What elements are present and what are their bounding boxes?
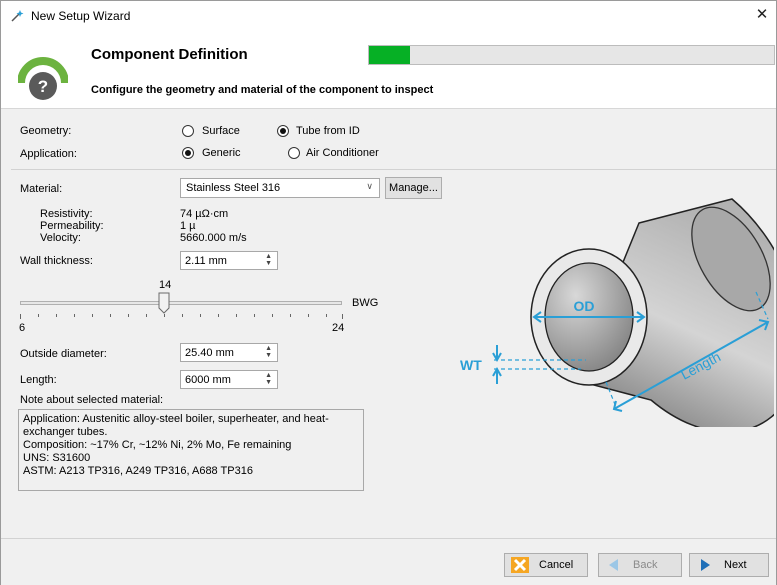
page-title: Component Definition	[91, 46, 248, 63]
application-label: Application:	[20, 148, 77, 160]
note-line: ASTM: A213 TP316, A249 TP316, A688 TP316	[23, 465, 253, 477]
tube-body	[530, 198, 774, 427]
velocity-value: 5660.000 m/s	[180, 232, 247, 244]
slider-max-label: 24	[332, 322, 345, 334]
velocity-label: Velocity:	[40, 232, 81, 244]
material-note-box: Application: Austenitic alloy-steel boil…	[18, 409, 364, 491]
geometry-tube-label[interactable]: Tube from ID	[296, 125, 360, 137]
length-input[interactable]: 6000 mm ▲ ▼	[180, 370, 278, 389]
geometry-label: Geometry:	[20, 125, 72, 137]
geometry-tube-radio[interactable]	[277, 125, 289, 137]
note-line: UNS: S31600	[23, 452, 91, 464]
outside-diameter-input[interactable]: 25.40 mm ▲ ▼	[180, 343, 278, 362]
od-label: OD	[574, 298, 595, 314]
slider-ticks	[20, 314, 343, 319]
length-value: 6000 mm	[185, 374, 231, 386]
geometry-surface-label[interactable]: Surface	[202, 125, 240, 137]
wizard-progress-bar	[368, 45, 775, 65]
wizard-progress-fill	[369, 46, 410, 64]
back-arrow-icon	[609, 559, 618, 571]
close-button[interactable]: ✕	[750, 4, 774, 26]
wall-thickness-slider-track[interactable]	[20, 301, 342, 305]
svg-text:?: ?	[38, 77, 48, 96]
wall-thickness-input[interactable]: 2.11 mm ▲ ▼	[180, 251, 278, 270]
note-line: Composition: ~17% Cr, ~12% Ni, 2% Mo, Fe…	[23, 439, 292, 451]
help-gauge-icon: ?	[18, 57, 68, 100]
cancel-label: Cancel	[539, 559, 574, 571]
material-dropdown-value: Stainless Steel 316	[186, 182, 281, 194]
cancel-button[interactable]: Cancel	[504, 553, 588, 577]
title-bar: New Setup Wizard ✕	[1, 1, 776, 31]
cancel-x-icon	[511, 557, 529, 573]
next-button[interactable]: Next	[689, 553, 769, 577]
permeability-value: 1 µ	[180, 220, 196, 232]
wall-thickness-label: Wall thickness:	[20, 255, 93, 267]
wizard-wand-icon	[11, 10, 24, 22]
outside-diameter-value: 25.40 mm	[185, 347, 234, 359]
length-label: Length:	[20, 374, 57, 386]
spinner-arrows-icon[interactable]: ▲ ▼	[265, 345, 272, 359]
outside-diameter-label: Outside diameter:	[20, 348, 107, 360]
application-air-conditioner-radio[interactable]	[288, 147, 300, 159]
tube-diagram: OD WT Length	[460, 198, 774, 427]
page-subtitle: Configure the geometry and material of t…	[91, 84, 434, 96]
note-line: Application: Austenitic alloy-steel boil…	[23, 413, 329, 425]
back-label: Back	[633, 559, 658, 571]
next-label: Next	[724, 559, 747, 571]
material-dropdown[interactable]: Stainless Steel 316 ∨	[180, 178, 380, 198]
slider-thumb[interactable]	[158, 292, 170, 314]
back-button[interactable]: Back	[598, 553, 682, 577]
application-air-conditioner-label[interactable]: Air Conditioner	[306, 147, 379, 159]
wall-thickness-value: 2.11 mm	[185, 255, 227, 267]
window-title: New Setup Wizard	[31, 9, 131, 23]
slider-unit-label: BWG	[352, 297, 379, 309]
geometry-surface-radio[interactable]	[182, 125, 194, 137]
manage-materials-button[interactable]: Manage...	[385, 177, 442, 199]
permeability-label: Permeability:	[40, 220, 104, 232]
wizard-content: Geometry: Surface Tube from ID Applicati…	[1, 110, 776, 538]
application-generic-radio[interactable]	[182, 147, 194, 159]
wizard-footer: Cancel Back Next	[1, 538, 776, 585]
wizard-header: ? Component Definition Configure the geo…	[1, 31, 776, 109]
slider-current-value: 14	[159, 279, 172, 291]
next-arrow-icon	[701, 559, 710, 571]
material-label: Material:	[20, 183, 63, 195]
spinner-arrows-icon[interactable]: ▲ ▼	[265, 372, 272, 386]
slider-min-label: 6	[19, 322, 26, 334]
spinner-arrows-icon[interactable]: ▲ ▼	[265, 253, 272, 267]
note-line: exchanger tubes.	[23, 426, 108, 438]
application-generic-label[interactable]: Generic	[202, 147, 241, 159]
chevron-down-icon: ∨	[366, 181, 373, 191]
wt-label: WT	[460, 357, 482, 373]
resistivity-label: Resistivity:	[40, 208, 93, 220]
note-label: Note about selected material:	[20, 394, 164, 406]
resistivity-value: 74 µΩ·cm	[180, 208, 229, 220]
wizard-window: New Setup Wizard ✕ ? Component Definitio…	[0, 0, 777, 585]
